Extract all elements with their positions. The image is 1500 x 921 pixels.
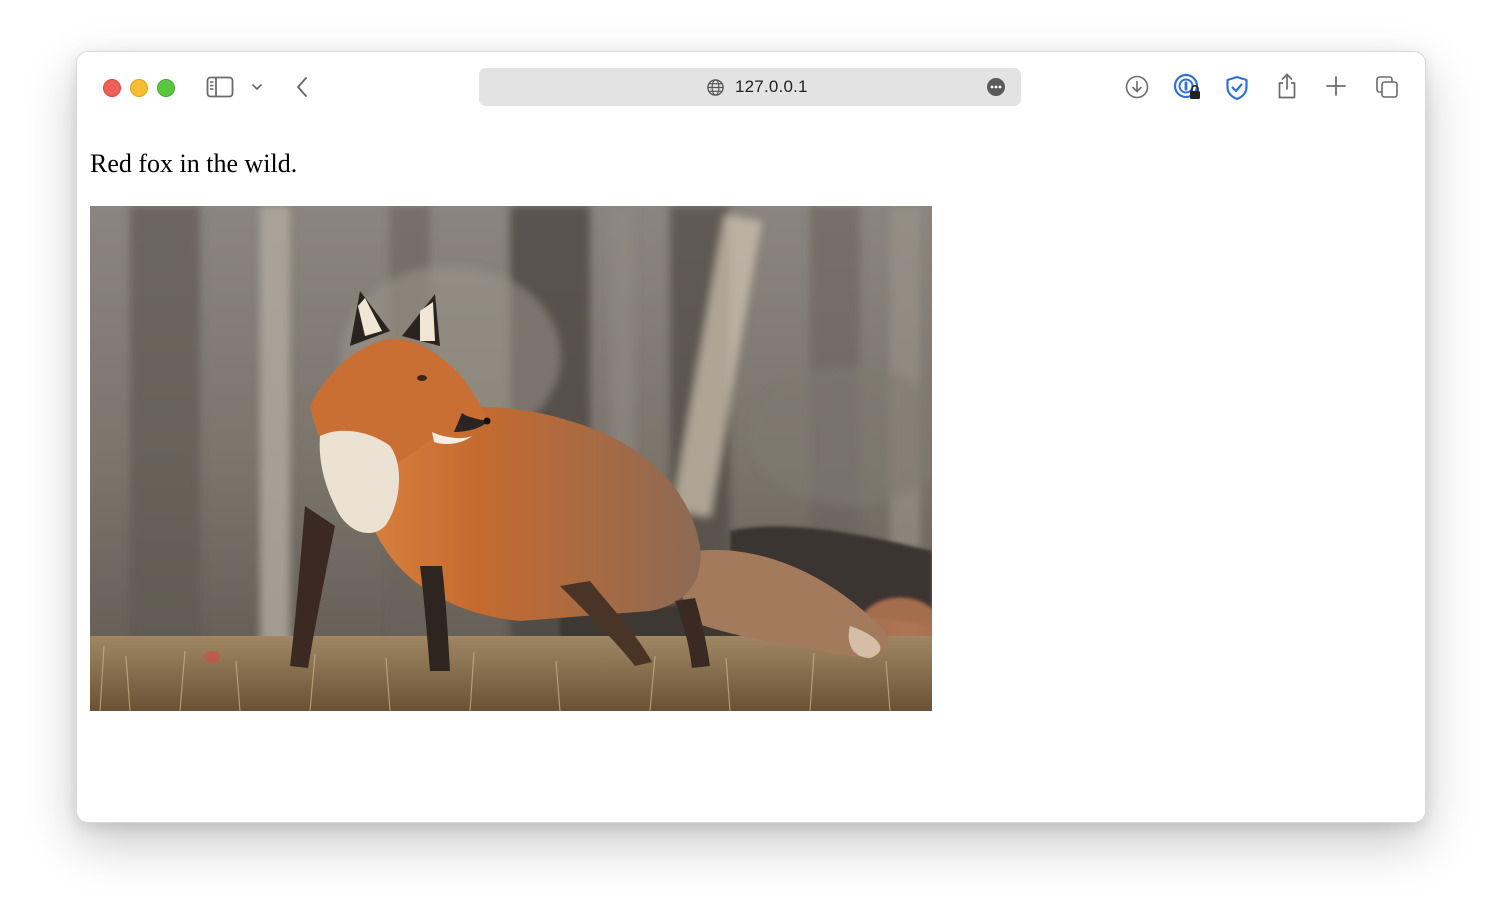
chevron-down-icon[interactable]	[250, 81, 264, 93]
fox-photo	[90, 206, 932, 711]
sidebar-icon[interactable]	[206, 75, 234, 99]
browser-toolbar: 127.0.0.1	[77, 52, 1425, 122]
shield-check-icon[interactable]	[1224, 74, 1250, 102]
page-content: Red fox in the wild.	[77, 122, 1425, 822]
password-lock-icon[interactable]	[1173, 73, 1203, 103]
share-icon[interactable]	[1274, 71, 1300, 101]
url-text[interactable]: 127.0.0.1	[735, 77, 808, 97]
globe-icon	[705, 77, 725, 97]
download-icon[interactable]	[1124, 74, 1150, 100]
tabs-icon[interactable]	[1374, 74, 1400, 100]
close-window-button[interactable]	[103, 79, 121, 97]
address-bar[interactable]: 127.0.0.1	[479, 68, 1021, 106]
chevron-left-icon[interactable]	[291, 74, 313, 100]
maximize-window-button[interactable]	[157, 79, 175, 97]
plus-icon[interactable]	[1324, 74, 1348, 98]
page-caption: Red fox in the wild.	[90, 149, 298, 178]
ellipsis-circle-icon[interactable]	[986, 77, 1006, 97]
minimize-window-button[interactable]	[130, 79, 148, 97]
browser-window: 127.0.0.1 Red fox in the wild.	[76, 51, 1426, 823]
